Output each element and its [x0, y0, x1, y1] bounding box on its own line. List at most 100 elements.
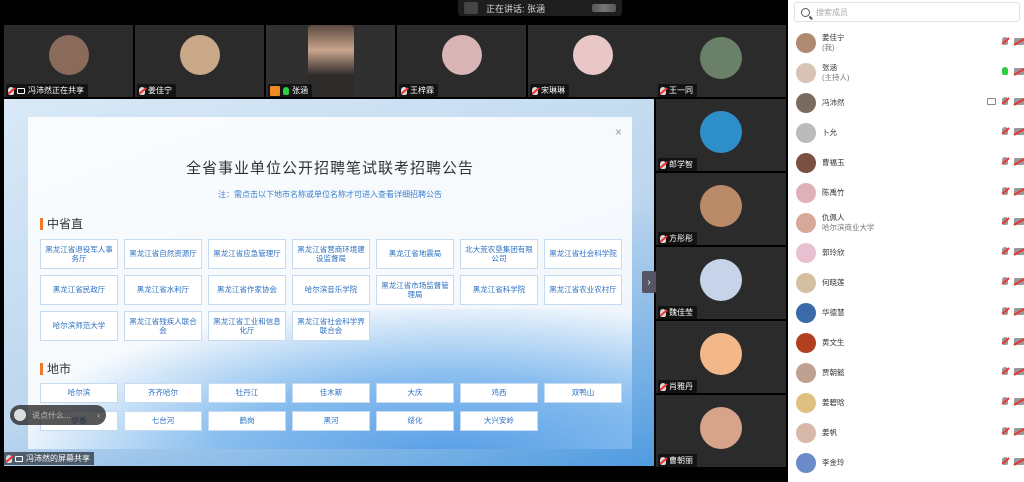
member-row[interactable]: 贾朝懿: [788, 358, 1024, 388]
member-row[interactable]: 曹福玉: [788, 148, 1024, 178]
city-link[interactable]: 大兴安岭: [460, 411, 538, 431]
camera-off-icon[interactable]: [1014, 217, 1024, 225]
camera-off-icon[interactable]: [1014, 337, 1024, 345]
member-row[interactable]: 姜帆: [788, 418, 1024, 448]
camera-off-icon[interactable]: [1014, 367, 1024, 375]
city-link[interactable]: 鹤岗: [208, 411, 286, 431]
mic-off-icon[interactable]: [1002, 37, 1008, 45]
unit-link[interactable]: 黑龙江省水利厅: [124, 275, 202, 305]
camera-off-icon[interactable]: [1014, 277, 1024, 285]
video-tile[interactable]: 肖雅丹: [656, 321, 786, 393]
chevron-left-icon[interactable]: ‹: [97, 411, 100, 420]
unit-link[interactable]: 黑龙江省社会科学院: [544, 239, 622, 269]
unit-link[interactable]: 黑龙江省退役军人事务厅: [40, 239, 118, 269]
city-link[interactable]: 绥化: [376, 411, 454, 431]
member-row[interactable]: 华德慧: [788, 298, 1024, 328]
unit-link[interactable]: 黑龙江省地震局: [376, 239, 454, 269]
mic-off-icon[interactable]: [1002, 367, 1008, 375]
city-link[interactable]: 双鸭山: [544, 383, 622, 403]
member-row[interactable]: 黄文生: [788, 328, 1024, 358]
unit-link[interactable]: 北大荒农垦集团有限公司: [460, 239, 538, 269]
city-link[interactable]: 黑河: [292, 411, 370, 431]
member-row[interactable]: 张涵 (主持人): [788, 58, 1024, 88]
participant-name: 张涵: [292, 86, 308, 95]
video-tile[interactable]: 方彤彤: [656, 173, 786, 245]
camera-off-icon[interactable]: [1014, 127, 1024, 135]
mic-off-icon[interactable]: [1002, 337, 1008, 345]
unit-link[interactable]: 黑龙江省残疾人联合会: [124, 311, 202, 341]
city-link[interactable]: 哈尔滨: [40, 383, 118, 403]
member-row[interactable]: 郭玲欣: [788, 238, 1024, 268]
unit-link[interactable]: 哈尔滨师范大学: [40, 311, 118, 341]
camera-off-icon[interactable]: [1014, 307, 1024, 315]
unit-link[interactable]: 黑龙江省营商环境建设监督局: [292, 239, 370, 269]
mic-off-icon: [532, 86, 538, 95]
camera-off-icon[interactable]: [1014, 247, 1024, 255]
unit-link[interactable]: 黑龙江省农业农村厅: [544, 275, 622, 305]
member-search-input[interactable]: 搜索成员: [794, 2, 1020, 22]
mic-off-icon[interactable]: [1002, 277, 1008, 285]
unit-link[interactable]: 黑龙江省应急管理厅: [208, 239, 286, 269]
video-tile[interactable]: 郎学智: [656, 99, 786, 171]
mic-off-icon[interactable]: [1002, 187, 1008, 195]
speaker-avatar: [464, 2, 478, 14]
mic-off-icon[interactable]: [1002, 127, 1008, 135]
camera-off-icon[interactable]: [1014, 97, 1024, 105]
mic-off-icon[interactable]: [1002, 397, 1008, 405]
mic-off-icon[interactable]: [1002, 157, 1008, 165]
next-page-button[interactable]: ›: [642, 271, 656, 293]
city-link[interactable]: 齐齐哈尔: [124, 383, 202, 403]
mic-off-icon[interactable]: [1002, 217, 1008, 225]
mic-off-icon[interactable]: [1002, 247, 1008, 255]
host-badge-icon: [270, 85, 280, 96]
member-name-text: 冯沛然: [822, 98, 845, 108]
mic-off-icon[interactable]: [1002, 457, 1008, 465]
mic-active-icon[interactable]: [1002, 67, 1008, 75]
member-row[interactable]: 仇佩人 哈尔滨商业大学: [788, 208, 1024, 238]
unit-link[interactable]: 黑龙江省民政厅: [40, 275, 118, 305]
camera-off-icon[interactable]: [1014, 397, 1024, 405]
city-link[interactable]: 七台河: [124, 411, 202, 431]
audio-level-icon: [592, 4, 616, 12]
camera-off-icon[interactable]: [1014, 457, 1024, 465]
mic-off-icon[interactable]: [1002, 97, 1008, 105]
video-tile[interactable]: 张涵: [266, 25, 395, 97]
city-link[interactable]: 佳木斯: [292, 383, 370, 403]
camera-off-icon[interactable]: [1014, 67, 1024, 75]
city-link[interactable]: 牡丹江: [208, 383, 286, 403]
camera-off-icon[interactable]: [1014, 157, 1024, 165]
camera-off-icon[interactable]: [1014, 187, 1024, 195]
video-tile[interactable]: 冯沛然正在共享: [4, 25, 133, 97]
video-tile[interactable]: 王一同: [656, 25, 786, 97]
avatar: [700, 111, 742, 153]
video-tile[interactable]: 宋琳琳: [528, 25, 657, 97]
mic-off-icon[interactable]: [1002, 427, 1008, 435]
avatar: [700, 407, 742, 449]
unit-link[interactable]: 哈尔滨音乐学院: [292, 275, 370, 305]
city-link[interactable]: 鸡西: [460, 383, 538, 403]
unit-link[interactable]: 黑龙江省科学院: [460, 275, 538, 305]
mic-off-icon[interactable]: [1002, 307, 1008, 315]
unit-link[interactable]: 黑龙江省市场监督管理局: [376, 275, 454, 305]
member-row[interactable]: 姜佳宁 (我): [788, 28, 1024, 58]
chat-input[interactable]: 说点什么... ‹: [10, 405, 106, 425]
member-row[interactable]: 李金玲: [788, 448, 1024, 478]
camera-off-icon[interactable]: [1014, 37, 1024, 45]
video-tile[interactable]: 姜佳宁: [135, 25, 264, 97]
member-row[interactable]: 何晓莲: [788, 268, 1024, 298]
video-tile[interactable]: 魏佳莹: [656, 247, 786, 319]
unit-link[interactable]: 黑龙江省工业和信息化厅: [208, 311, 286, 341]
video-tile[interactable]: 曹朝丽: [656, 395, 786, 467]
camera-off-icon[interactable]: [1014, 427, 1024, 435]
close-icon[interactable]: ×: [615, 125, 622, 139]
member-row[interactable]: 冯沛然: [788, 88, 1024, 118]
member-row[interactable]: 陈禹竹: [788, 178, 1024, 208]
member-row[interactable]: 姜碧晗: [788, 388, 1024, 418]
city-link[interactable]: 大庆: [376, 383, 454, 403]
video-tile[interactable]: 王梓霖: [397, 25, 526, 97]
emoji-icon[interactable]: [14, 409, 26, 421]
member-row[interactable]: 卜允: [788, 118, 1024, 148]
unit-link[interactable]: 黑龙江省作家协会: [208, 275, 286, 305]
unit-link[interactable]: 黑龙江省社会科学界联合会: [292, 311, 370, 341]
unit-link[interactable]: 黑龙江省自然资源厅: [124, 239, 202, 269]
